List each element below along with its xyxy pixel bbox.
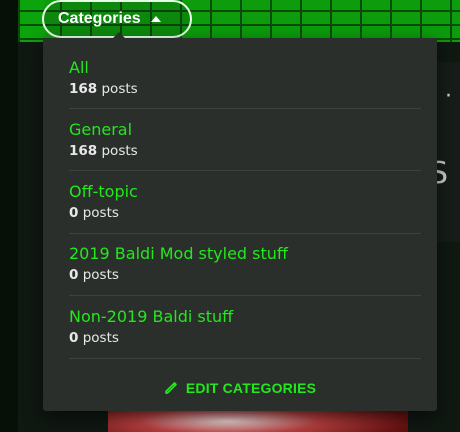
category-item-all[interactable]: All 168 posts: [69, 58, 421, 98]
post-count-value: 168: [69, 81, 98, 97]
caret-up-icon: [150, 16, 161, 22]
edit-categories-label: EDIT CATEGORIES: [185, 380, 317, 396]
category-post-count: 168 posts: [69, 142, 421, 160]
left-edge-strip: [0, 0, 18, 432]
categories-toggle-label: Categories: [58, 10, 141, 27]
divider: [69, 295, 421, 296]
category-name: General: [69, 120, 133, 139]
post-count-value: 0: [69, 330, 79, 346]
post-count-unit: posts: [82, 205, 119, 221]
category-name: Off-topic: [69, 182, 138, 201]
divider: [69, 170, 421, 171]
category-item-general[interactable]: General 168 posts: [69, 120, 421, 160]
category-name: Non-2019 Baldi stuff: [69, 307, 234, 326]
divider: [69, 233, 421, 234]
category-post-count: 168 posts: [69, 80, 421, 98]
post-count-value: 0: [69, 267, 79, 283]
category-post-count: 0 posts: [69, 204, 421, 222]
category-item-off-topic[interactable]: Off-topic 0 posts: [69, 182, 421, 222]
divider: [69, 358, 421, 359]
category-item-2019-baldi-mod[interactable]: 2019 Baldi Mod styled stuff 0 posts: [69, 244, 421, 284]
dropdown-notch: [113, 32, 125, 38]
category-name: All: [69, 58, 89, 77]
post-count-value: 0: [69, 205, 79, 221]
divider: [69, 108, 421, 109]
edit-categories-button[interactable]: EDIT CATEGORIES: [43, 378, 437, 398]
pencil-icon: [164, 381, 178, 395]
post-count-unit: posts: [82, 330, 119, 346]
category-item-non-2019-baldi[interactable]: Non-2019 Baldi stuff 0 posts: [69, 307, 421, 347]
post-count-unit: posts: [101, 143, 138, 159]
category-name: 2019 Baldi Mod styled stuff: [69, 244, 288, 263]
post-count-unit: posts: [82, 267, 119, 283]
categories-dropdown-menu: All 168 posts General 168 posts Off-topi…: [43, 32, 437, 411]
category-post-count: 0 posts: [69, 329, 421, 347]
post-count-value: 168: [69, 143, 98, 159]
post-count-unit: posts: [101, 81, 138, 97]
category-post-count: 0 posts: [69, 266, 421, 284]
